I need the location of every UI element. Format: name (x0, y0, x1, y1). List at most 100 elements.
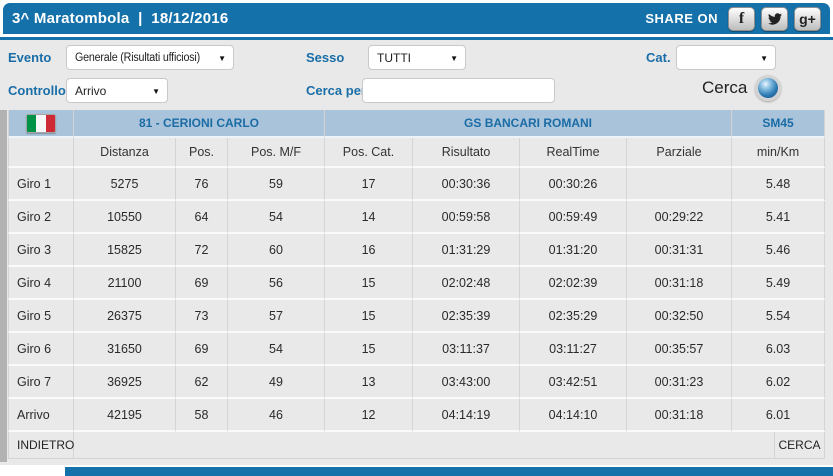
athlete-row: 81 - CERIONI CARLO GS BANCARI ROMANI SM4… (8, 110, 825, 138)
athlete-team: GS BANCARI ROMANI (325, 110, 732, 138)
controllo-value: Arrivo (75, 84, 106, 98)
result-cell: 14 (325, 201, 413, 234)
cerca-footer-button[interactable]: CERCA (775, 432, 825, 459)
table-row: Giro 73692562491303:43:0003:42:5100:31:2… (8, 366, 825, 399)
row-label: Arrivo (8, 399, 74, 432)
result-cell: 73 (176, 300, 228, 333)
row-label: Giro 3 (8, 234, 74, 267)
result-cell: 00:59:58 (413, 201, 520, 234)
result-cell: 64 (176, 201, 228, 234)
result-cell: 00:59:49 (520, 201, 627, 234)
result-cell: 72 (176, 234, 228, 267)
row-label: Giro 7 (8, 366, 74, 399)
column-header: Distanza (74, 138, 176, 168)
results-table: 81 - CERIONI CARLO GS BANCARI ROMANI SM4… (8, 110, 825, 459)
results-tbody: Giro 1527576591700:30:3600:30:265.48Giro… (8, 168, 825, 432)
facebook-icon[interactable]: f (728, 7, 755, 31)
result-cell: 26375 (74, 300, 176, 333)
result-cell: 15 (325, 333, 413, 366)
result-cell: 02:02:48 (413, 267, 520, 300)
result-cell: 00:30:36 (413, 168, 520, 201)
result-cell: 5.54 (732, 300, 825, 333)
athlete-bib-name: 81 - CERIONI CARLO (74, 110, 325, 138)
result-cell: 00:31:18 (627, 267, 732, 300)
result-cell: 54 (228, 201, 325, 234)
result-cell: 02:35:39 (413, 300, 520, 333)
result-cell: 5.46 (732, 234, 825, 267)
twitter-icon[interactable] (761, 7, 788, 31)
athlete-category: SM45 (732, 110, 825, 138)
result-cell: 6.02 (732, 366, 825, 399)
result-cell: 6.01 (732, 399, 825, 432)
result-cell: 15 (325, 267, 413, 300)
sesso-select[interactable]: TUTTI ▼ (368, 45, 466, 70)
content-panel: Evento Generale (Risultati ufficiosi) ▼ … (0, 40, 833, 465)
indietro-button[interactable]: INDIETRO (8, 432, 74, 459)
flag-cell (8, 110, 74, 138)
bottom-bar (65, 467, 833, 476)
result-cell: 02:35:29 (520, 300, 627, 333)
cerca-per-input[interactable] (362, 78, 555, 103)
column-header: Pos. Cat. (325, 138, 413, 168)
row-label: Giro 6 (8, 333, 74, 366)
cerca-button-label: Cerca (702, 78, 747, 98)
row-label: Giro 4 (8, 267, 74, 300)
result-cell: 00:31:18 (627, 399, 732, 432)
column-header (8, 138, 74, 168)
result-cell: 03:43:00 (413, 366, 520, 399)
result-cell: 16 (325, 234, 413, 267)
italy-flag-icon (26, 114, 56, 133)
row-label: Giro 2 (8, 201, 74, 234)
result-cell: 5275 (74, 168, 176, 201)
result-cell: 15 (325, 300, 413, 333)
result-cell: 00:35:57 (627, 333, 732, 366)
result-cell: 59 (228, 168, 325, 201)
result-cell: 56 (228, 267, 325, 300)
result-cell: 57 (228, 300, 325, 333)
result-cell: 21100 (74, 267, 176, 300)
result-cell: 60 (228, 234, 325, 267)
sesso-value: TUTTI (377, 51, 411, 65)
result-cell: 00:32:50 (627, 300, 732, 333)
cerca-search-button[interactable]: Cerca (702, 73, 781, 103)
search-eye-icon (755, 75, 781, 101)
result-cell: 5.49 (732, 267, 825, 300)
cat-select[interactable]: ▼ (676, 45, 776, 70)
column-header: Pos. (176, 138, 228, 168)
googleplus-icon[interactable]: g+ (794, 7, 821, 31)
result-cell: 13 (325, 366, 413, 399)
result-cell: 5.41 (732, 201, 825, 234)
row-label: Giro 5 (8, 300, 74, 333)
results-widget: 3^ Maratombola | 18/12/2016 SHARE ON f g… (0, 0, 833, 476)
footer-spacer (74, 432, 775, 459)
left-gutter (0, 110, 7, 462)
column-header-row: Distanza Pos. Pos. M/F Pos. Cat. Risulta… (8, 138, 825, 168)
result-cell (627, 168, 732, 201)
chevron-down-icon: ▼ (152, 87, 160, 96)
result-cell: 76 (176, 168, 228, 201)
table-row: Arrivo4219558461204:14:1904:14:1000:31:1… (8, 399, 825, 432)
result-cell: 02:02:39 (520, 267, 627, 300)
result-cell: 00:31:23 (627, 366, 732, 399)
result-cell: 03:11:27 (520, 333, 627, 366)
result-cell: 31650 (74, 333, 176, 366)
result-cell: 6.03 (732, 333, 825, 366)
column-header: RealTime (520, 138, 627, 168)
result-cell: 17 (325, 168, 413, 201)
result-cell: 03:11:37 (413, 333, 520, 366)
evento-select[interactable]: Generale (Risultati ufficiosi) ▼ (66, 45, 234, 70)
chevron-down-icon: ▼ (760, 54, 768, 63)
result-cell: 04:14:10 (520, 399, 627, 432)
controllo-select[interactable]: Arrivo ▼ (66, 78, 168, 103)
result-cell: 42195 (74, 399, 176, 432)
result-cell: 15825 (74, 234, 176, 267)
title-bar: 3^ Maratombola | 18/12/2016 SHARE ON f g… (3, 3, 830, 34)
result-cell: 46 (228, 399, 325, 432)
table-row: Giro 31582572601601:31:2901:31:2000:31:3… (8, 234, 825, 267)
column-header: Parziale (627, 138, 732, 168)
result-cell: 01:31:29 (413, 234, 520, 267)
result-cell: 12 (325, 399, 413, 432)
result-cell: 69 (176, 267, 228, 300)
share-on-label: SHARE ON (645, 11, 718, 26)
result-cell: 5.48 (732, 168, 825, 201)
